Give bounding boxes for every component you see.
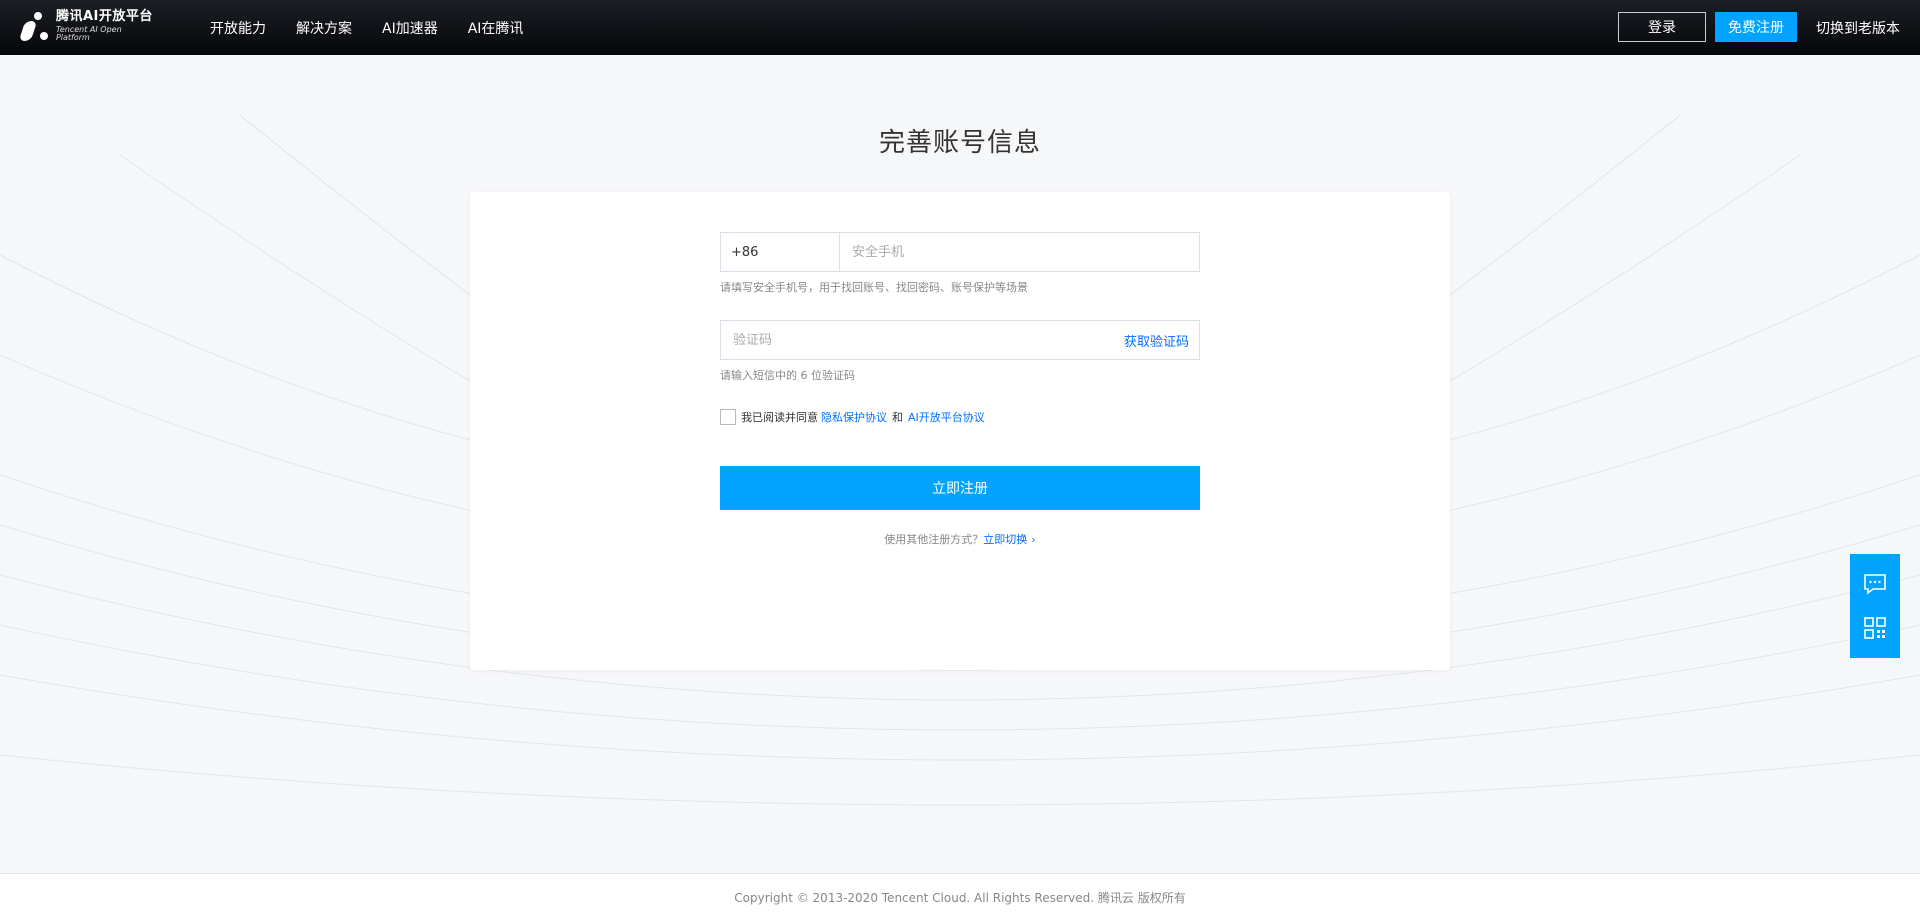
- agreement-and: 和: [892, 411, 903, 424]
- verify-code-input[interactable]: [721, 321, 1124, 359]
- country-code-select[interactable]: +86: [721, 233, 840, 271]
- switch-now-link[interactable]: 立即切换: [983, 533, 1027, 546]
- nav-item-capabilities[interactable]: 开放能力: [210, 18, 266, 38]
- login-button[interactable]: 登录: [1618, 12, 1706, 42]
- switch-old-version-link[interactable]: 切换到老版本: [1816, 18, 1900, 38]
- footer: Copyright © 2013-2020 Tencent Cloud. All…: [0, 873, 1920, 924]
- floating-widget: [1850, 554, 1900, 658]
- nav-item-ai-at-tencent[interactable]: AI在腾讯: [468, 18, 524, 38]
- phone-input[interactable]: [840, 233, 1199, 271]
- chevron-right-icon: ›: [1031, 533, 1036, 546]
- phone-field-group: +86: [720, 232, 1200, 272]
- platform-agreement-link[interactable]: AI开放平台协议: [908, 409, 985, 425]
- logo-subtitle: Tencent AI Open Platform: [55, 25, 122, 42]
- free-register-button[interactable]: 免费注册: [1715, 12, 1797, 42]
- verify-code-hint: 请输入短信中的 6 位验证码: [720, 369, 855, 382]
- chat-icon[interactable]: [1862, 571, 1888, 597]
- logo-mark-icon: [18, 10, 54, 42]
- main-nav: 开放能力 解决方案 AI加速器 AI在腾讯: [210, 0, 553, 55]
- page-title: 完善账号信息: [878, 128, 1041, 158]
- nav-item-accelerator[interactable]: AI加速器: [382, 18, 438, 38]
- privacy-policy-link[interactable]: 隐私保护协议: [821, 409, 887, 425]
- get-code-button[interactable]: 获取验证码: [1124, 331, 1189, 350]
- register-now-button[interactable]: 立即注册: [720, 466, 1200, 510]
- nav-item-solutions[interactable]: 解决方案: [296, 18, 352, 38]
- other-register-row: 使用其他注册方式？立即切换 ›: [720, 531, 1200, 547]
- agreement-prefix: 我已阅读并同意: [741, 411, 818, 424]
- logo-title: 腾讯AI开放平台: [55, 9, 153, 24]
- top-navigation-bar: 腾讯AI开放平台 Tencent AI Open Platform 开放能力 解…: [0, 0, 1920, 55]
- agreement-row: 我已阅读并同意 隐私保护协议 和 AI开放平台协议: [720, 408, 988, 426]
- verify-code-field-group: 获取验证码: [720, 320, 1200, 360]
- tencent-ai-logo[interactable]: 腾讯AI开放平台 Tencent AI Open Platform: [18, 10, 158, 42]
- agreement-checkbox[interactable]: [720, 409, 736, 425]
- qrcode-icon[interactable]: [1862, 615, 1888, 641]
- phone-hint: 请填写安全手机号，用于找回账号、找回密码、账号保护等场景: [720, 281, 1028, 294]
- copyright-text: Copyright © 2013-2020 Tencent Cloud. All…: [734, 891, 1186, 905]
- other-register-prefix: 使用其他注册方式？: [884, 533, 984, 546]
